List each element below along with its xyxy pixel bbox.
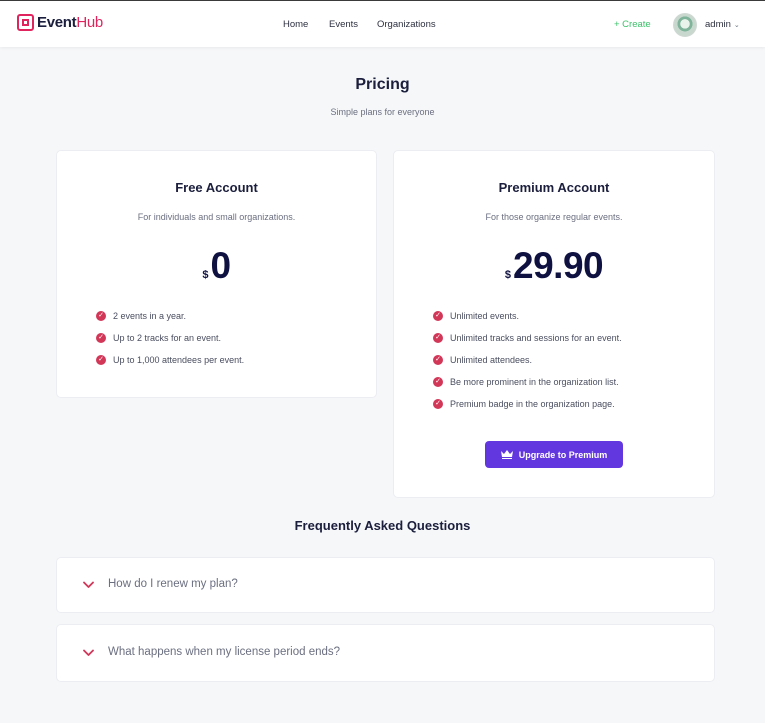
logo-icon <box>17 14 34 31</box>
plan-price: $0 <box>57 245 376 287</box>
top-navbar: EventHub Home Events Organizations + Cre… <box>0 0 765 47</box>
crown-icon <box>500 450 513 459</box>
feature-item: ✓ Unlimited attendees. <box>433 355 622 377</box>
check-circle-icon: ✓ <box>433 311 443 321</box>
check-circle-icon: ✓ <box>433 399 443 409</box>
plan-title: Free Account <box>175 180 258 195</box>
feature-item: ✓ Be more prominent in the organization l… <box>433 377 622 399</box>
create-link[interactable]: + Create <box>614 19 651 30</box>
currency-symbol: $ <box>504 269 512 281</box>
feature-item: ✓ Up to 1,000 attendees per event. <box>96 355 244 377</box>
plan-description: For individuals and small organizations. <box>137 212 296 222</box>
faq-question: What happens when my license period ends… <box>108 646 341 658</box>
user-menu[interactable]: admin ⌄ <box>705 19 740 30</box>
feature-item: ✓ Up to 2 tracks for an event. <box>96 333 244 355</box>
free-plan-card: Free Account For individuals and small o… <box>56 150 377 398</box>
check-circle-icon: ✓ <box>433 377 443 387</box>
chevron-down-icon <box>83 581 94 588</box>
check-circle-icon: ✓ <box>96 311 106 321</box>
check-circle-icon: ✓ <box>96 355 106 365</box>
logo-text-hub: Hub <box>76 14 103 31</box>
feature-item: ✓ Unlimited tracks and sessions for an ev… <box>433 333 622 355</box>
check-circle-icon: ✓ <box>433 333 443 343</box>
price-amount: 0 <box>210 245 232 286</box>
upgrade-button-label: Upgrade to Premium <box>518 449 608 460</box>
plan-price: $29.90 <box>394 245 714 287</box>
upgrade-to-premium-button[interactable]: Upgrade to Premium <box>485 441 623 468</box>
user-name: admin <box>705 19 731 30</box>
logo-text-event: Event <box>37 14 77 31</box>
faq-question: How do I renew my plan? <box>108 578 238 590</box>
feature-list: ✓ Unlimited events. ✓ Unlimited tracks and… <box>433 311 622 421</box>
nav-home-link[interactable]: Home <box>283 19 308 30</box>
chevron-down-icon: ⌄ <box>733 22 740 29</box>
currency-symbol: $ <box>202 269 209 281</box>
feature-item: ✓ Premium badge in the organization page. <box>433 399 622 421</box>
faq-item[interactable]: What happens when my license period ends… <box>56 624 715 682</box>
nav-events-link[interactable]: Events <box>329 19 358 30</box>
faq-title: Frequently Asked Questions <box>294 518 471 533</box>
avatar[interactable] <box>673 13 697 37</box>
nav-organizations-link[interactable]: Organizations <box>377 19 436 30</box>
check-circle-icon: ✓ <box>433 355 443 365</box>
plan-title: Premium Account <box>498 180 610 195</box>
page-title: Pricing <box>355 76 410 93</box>
premium-plan-card: Premium Account For those organize regul… <box>393 150 715 498</box>
page-subtitle: Simple plans for everyone <box>330 107 435 117</box>
plan-description: For those organize regular events. <box>485 212 623 222</box>
price-amount: 29.90 <box>513 245 604 286</box>
faq-item[interactable]: How do I renew my plan? <box>56 557 715 613</box>
feature-item: ✓ Unlimited events. <box>433 311 622 333</box>
check-circle-icon: ✓ <box>96 333 106 343</box>
feature-item: ✓ 2 events in a year. <box>96 311 244 333</box>
chevron-down-icon <box>83 649 94 656</box>
eventhub-logo[interactable]: EventHub <box>17 14 103 31</box>
feature-list: ✓ 2 events in a year. ✓ Up to 2 tracks for… <box>96 311 244 377</box>
